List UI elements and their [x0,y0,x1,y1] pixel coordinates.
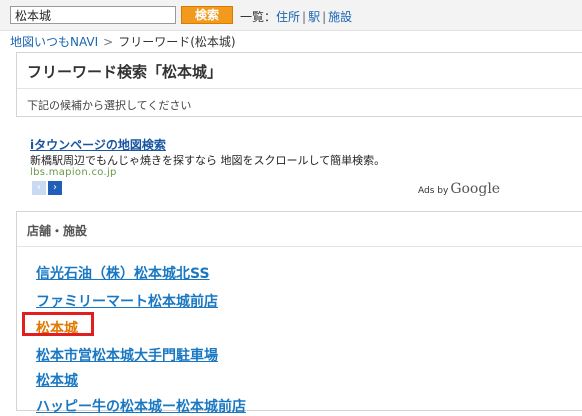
list-nav-prefix: 一覧： [240,10,277,24]
list-nav-separator: | [322,10,327,24]
breadcrumb-current: フリーワード(松本城) [118,35,236,49]
list-nav-separator: | [302,10,307,24]
list-nav: 一覧：住所 | 駅 | 施設 [240,8,352,25]
chevron-right-icon: › [53,182,57,193]
result-link[interactable]: ハッピー牛の松本城ー松本城前店 [36,396,246,416]
ad-prev-button[interactable]: ‹ [32,181,46,195]
breadcrumb-home-link[interactable]: 地図いつもNAVI [10,35,98,49]
result-link[interactable]: ファミリーマート松本城前店 [36,291,218,311]
list-nav-facility-link[interactable]: 施設 [328,10,352,24]
list-nav-station-link[interactable]: 駅 [308,10,320,24]
ads-by-google[interactable]: Ads by Google [418,181,500,197]
top-search-bar: 検索 一覧：住所|駅|施設 [0,0,582,31]
page-description: 下記の候補から選択してください [27,99,192,112]
result-link[interactable]: 信光石油（株）松本城北SS [36,263,210,283]
search-input[interactable] [10,6,176,24]
search-button[interactable]: 検索 [181,6,233,24]
ad-url: lbs.mapion.co.jp [30,167,117,178]
breadcrumb: 地図いつもNAVI > フリーワード(松本城) [10,33,236,50]
ads-by-label: Ads by [418,186,449,196]
list-nav-address-link[interactable]: 住所 [276,10,300,24]
result-link[interactable]: 松本市営松本城大手門駐車場 [36,345,218,365]
result-link[interactable]: 松本城 [36,370,78,390]
page-title: フリーワード検索「松本城」 [27,63,223,81]
header-divider [17,88,582,89]
chevron-left-icon: ‹ [37,182,41,193]
google-logo: Google [450,181,501,197]
ad-title-link[interactable]: iタウンページの地図検索 [30,136,166,153]
ad-next-button[interactable]: › [48,181,62,195]
search-header-box: フリーワード検索「松本城」 下記の候補から選択してください [16,52,582,117]
results-list: 信光石油（株）松本城北SS ファミリーマート松本城前店 松本城 松本市営松本城大… [17,212,582,415]
breadcrumb-separator: > [103,35,114,49]
ad-text: 新橋駅周辺でもんじゃ焼きを探すなら 地図をスクロールして簡単検索。 [30,154,386,167]
results-box: 店舗・施設 信光石油（株）松本城北SS ファミリーマート松本城前店 松本城 松本… [16,211,582,415]
highlight-box [22,312,94,336]
